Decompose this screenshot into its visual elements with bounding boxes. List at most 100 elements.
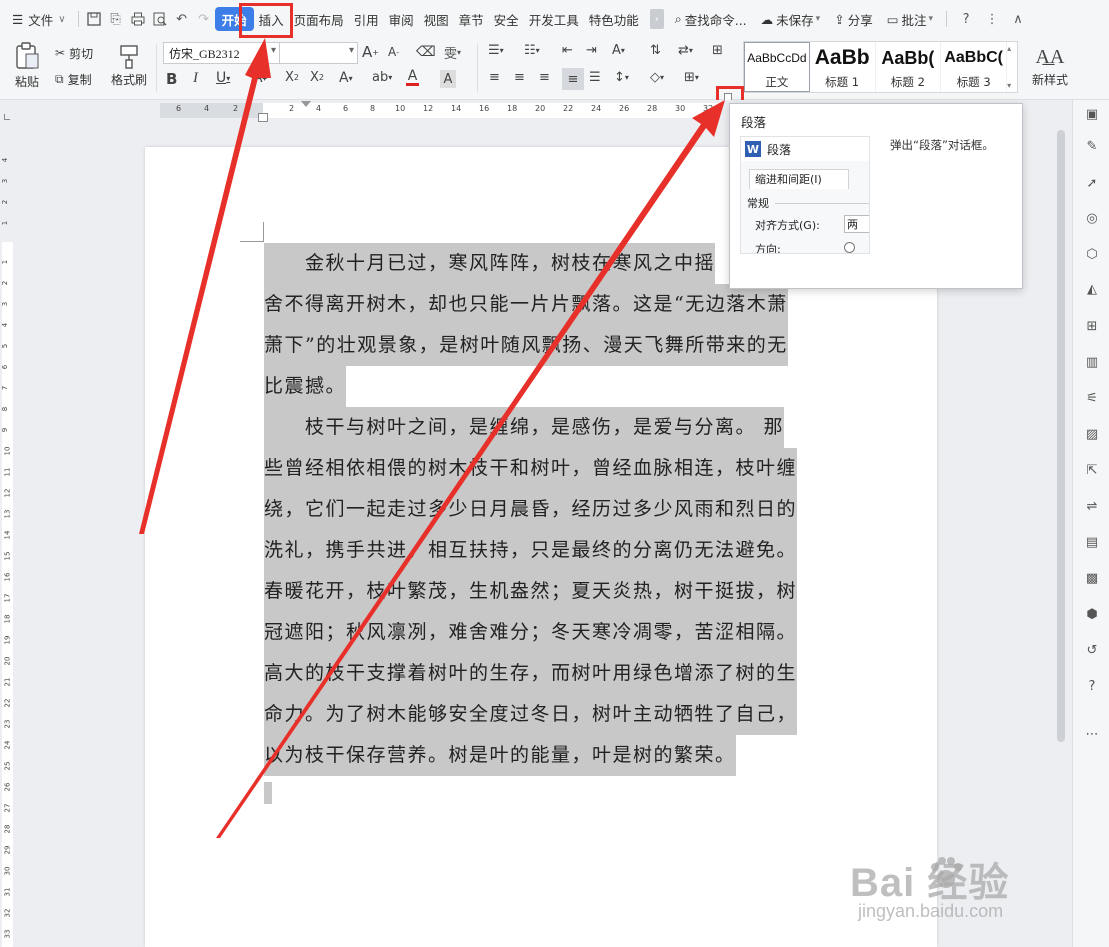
alignment-select: 两 [844, 215, 869, 233]
shapes-icon[interactable]: ⬡ [1084, 246, 1100, 262]
undo-icon[interactable]: ↶ [171, 8, 193, 30]
tab-references[interactable]: 引用 [349, 7, 384, 31]
decrease-indent-icon[interactable]: ⇤ [562, 43, 573, 58]
style-icon[interactable]: ◭ [1084, 281, 1100, 297]
image-panel-icon[interactable]: ▨ [1084, 426, 1100, 442]
subscript-icon[interactable]: X2 [310, 70, 324, 85]
numbered-list-icon[interactable]: ☷ ▾ [524, 43, 540, 58]
sort-icon[interactable]: ⇅ [650, 43, 661, 58]
style-heading-1[interactable]: AaBb 标题 1 [810, 42, 876, 92]
more-icon[interactable]: ⋯ [1084, 726, 1100, 742]
line-direction-icon[interactable]: ⇄ ▾ [678, 43, 693, 58]
chart-icon[interactable]: ▥ [1084, 354, 1100, 370]
apps-grid-icon[interactable]: ⊞ [1084, 318, 1100, 334]
style-normal[interactable]: AaBbCcDd 正文 [744, 42, 810, 92]
more-options-icon[interactable]: ⋮ [981, 8, 1003, 30]
text-line: 高大的枝干支撑着树叶的生存，而树叶用绿色增添了树的生 [264, 653, 824, 694]
format-painter-button[interactable]: 格式刷 [108, 40, 150, 92]
style-sample: AaBb( [881, 47, 935, 68]
save-icon[interactable] [83, 8, 105, 30]
cloud-icon: ☁ [760, 11, 774, 27]
shrink-font-icon[interactable]: A- [388, 45, 399, 59]
ruler-number: 4 [1, 157, 10, 163]
translate-icon[interactable]: ⇌ [1084, 498, 1100, 514]
font-name-select[interactable]: 仿宋_GB2312 [163, 42, 280, 64]
file-menu[interactable]: ☰ 文件 ∨ [0, 10, 74, 29]
tab-review[interactable]: 审阅 [384, 7, 419, 31]
font-size-select[interactable] [280, 42, 358, 64]
document-body[interactable]: 金秋十月已过，寒风阵阵，树枝在寒风之中摇 舍不得离开树木，却也只能一片片飘落。这… [264, 243, 824, 776]
style-heading-2[interactable]: AaBb( 标题 2 [876, 42, 942, 92]
text-effect-icon[interactable]: A ▾ [339, 70, 353, 86]
archive-icon[interactable]: ▤ [1084, 534, 1100, 550]
unsaved-status[interactable]: ☁ 未保存 ▾ [756, 7, 826, 31]
align-center-icon[interactable]: ≡ [514, 70, 525, 85]
bullet-list-icon[interactable]: ☰ ▾ [488, 43, 504, 58]
line-spacing-icon[interactable]: ↕ ▾ [614, 70, 629, 85]
help-icon[interactable]: ? [955, 8, 977, 30]
pen-icon[interactable]: ✎ [1084, 138, 1100, 154]
indent-marker-bottom[interactable] [258, 113, 268, 122]
export-icon[interactable]: ⎘ [105, 8, 127, 30]
align-left-icon[interactable]: ≡ [489, 70, 500, 85]
bold-icon[interactable]: B [166, 70, 177, 88]
help-circle-icon[interactable]: ? [1084, 678, 1100, 694]
ruler-number: 1 [1, 259, 10, 265]
shield-icon[interactable]: ⬢ [1084, 606, 1100, 622]
tab-features[interactable]: 特色功能 [584, 7, 644, 31]
italic-icon[interactable]: I [193, 70, 198, 87]
share-out-icon[interactable]: ⇱ [1084, 462, 1100, 478]
superscript-icon[interactable]: X2 [285, 70, 299, 85]
strikethrough-icon[interactable]: A ▾ [253, 70, 267, 86]
tab-security[interactable]: 安全 [489, 7, 524, 31]
cut-button[interactable]: ✂ 剪切 [55, 43, 93, 63]
paste-button[interactable]: 粘贴 [8, 40, 46, 92]
font-color-icon[interactable]: A [406, 69, 419, 86]
ruler-number: 4 [316, 104, 322, 113]
tab-page-layout[interactable]: 页面布局 [289, 7, 349, 31]
tab-section[interactable]: 章节 [454, 7, 489, 31]
tab-developer[interactable]: 开发工具 [524, 7, 584, 31]
panel-toggle-icon[interactable]: ▣ [1084, 106, 1100, 122]
styles-scroll[interactable]: ▴ ▾ [1007, 42, 1017, 92]
select-cursor-icon[interactable]: ➚ [1084, 175, 1100, 191]
style-sample: AaBbC( [944, 49, 1004, 66]
justify-icon[interactable]: ≡ [562, 68, 584, 90]
print-icon[interactable] [127, 8, 149, 30]
copy-button[interactable]: ⧉ 复制 [55, 69, 92, 89]
increase-indent-icon[interactable]: ⇥ [586, 43, 597, 58]
indent-marker-top[interactable] [301, 101, 311, 107]
history-icon[interactable]: ↺ [1084, 642, 1100, 658]
more-tabs-button[interactable]: › [649, 9, 664, 29]
borders-icon[interactable]: ⊞ ▾ [684, 70, 699, 85]
text-line: 以为枝干保存营养。树是叶的能量，叶是树的繁荣。 [264, 735, 824, 776]
clear-format-icon[interactable]: ⌫ [416, 44, 436, 60]
settings-sliders-icon[interactable]: ⚟ [1084, 390, 1100, 406]
align-right-icon[interactable]: ≡ [539, 70, 550, 85]
collapse-ribbon-icon[interactable]: ∧ [1007, 8, 1029, 30]
search-command[interactable]: ⌕ 查找命令... [670, 7, 752, 31]
style-heading-3[interactable]: AaBbC( 标题 3 [941, 42, 1008, 92]
paste-icon [16, 42, 39, 69]
distributed-icon[interactable]: ☰ [589, 70, 601, 85]
comment-button[interactable]: ▭ 批注 ▾ [882, 7, 938, 31]
ruler-number: 3 [1, 178, 10, 184]
share-button[interactable]: ⇪ 分享 [829, 7, 878, 31]
char-shading-icon[interactable]: A [440, 70, 456, 88]
grow-font-icon[interactable]: A + [362, 43, 379, 61]
redo-icon[interactable]: ↷ [193, 8, 215, 30]
underline-icon[interactable]: U ▾ [216, 70, 230, 86]
print-preview-icon[interactable] [149, 8, 171, 30]
table-grid-icon[interactable]: ⊞ [712, 43, 723, 58]
shading-icon[interactable]: ◇ ▾ [650, 70, 664, 85]
phonetic-guide-icon[interactable]: 雯 ▾ [444, 43, 461, 62]
picture-icon[interactable]: ▩ [1084, 570, 1100, 586]
highlight-color-icon[interactable]: ab ▾ [372, 70, 392, 85]
new-style-button[interactable]: A͟A 新样式 [1028, 42, 1072, 92]
tab-view[interactable]: 视图 [419, 7, 454, 31]
asian-layout-icon[interactable]: A ▾ [612, 43, 625, 58]
selected-text: 萧下”的壮观景象，是树叶随风飘扬、漫天飞舞所带来的无 [264, 325, 788, 366]
ruler-number: 22 [563, 104, 574, 113]
review-icon[interactable]: ◎ [1084, 210, 1100, 226]
vertical-scrollbar[interactable] [1057, 130, 1065, 742]
